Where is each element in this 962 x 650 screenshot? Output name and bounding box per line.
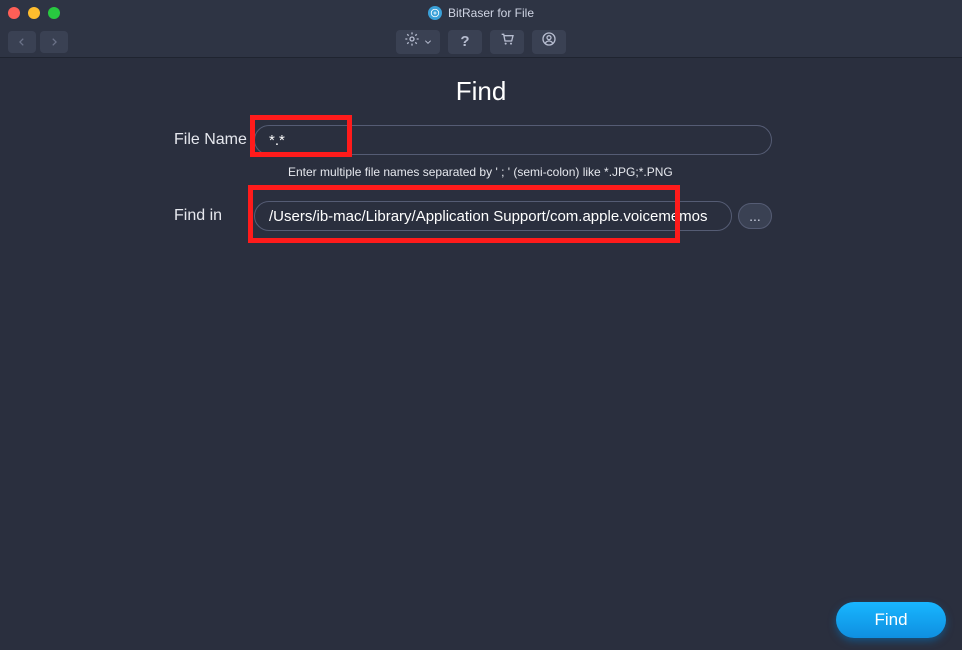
window-title: BitRaser for File — [428, 6, 534, 20]
toolbar: ? — [0, 26, 962, 58]
cart-icon — [499, 31, 515, 52]
close-window-button[interactable] — [8, 7, 20, 19]
nav-back-button[interactable] — [8, 31, 36, 53]
find-page: Find File Name Enter multiple file names… — [0, 58, 962, 231]
browse-path-button[interactable]: ... — [738, 203, 772, 229]
help-button[interactable]: ? — [448, 30, 482, 54]
minimize-window-button[interactable] — [28, 7, 40, 19]
window-title-text: BitRaser for File — [448, 6, 534, 20]
user-icon — [541, 31, 557, 52]
gear-icon — [404, 31, 420, 52]
nav-forward-button[interactable] — [40, 31, 68, 53]
account-button[interactable] — [532, 30, 566, 54]
find-in-input[interactable] — [254, 201, 732, 231]
cart-button[interactable] — [490, 30, 524, 54]
find-button[interactable]: Find — [836, 602, 946, 638]
question-icon: ? — [460, 33, 469, 50]
title-bar: BitRaser for File — [0, 0, 962, 26]
zoom-window-button[interactable] — [48, 7, 60, 19]
settings-button[interactable] — [396, 30, 440, 54]
chevron-down-icon — [424, 33, 432, 51]
find-in-label: Find in — [8, 207, 254, 225]
file-name-input[interactable] — [254, 125, 772, 155]
window-controls — [8, 7, 60, 19]
page-title: Find — [8, 76, 954, 107]
file-name-label: File Name — [8, 131, 254, 149]
file-name-hint: Enter multiple file names separated by '… — [288, 165, 954, 179]
app-logo-icon — [428, 6, 442, 20]
